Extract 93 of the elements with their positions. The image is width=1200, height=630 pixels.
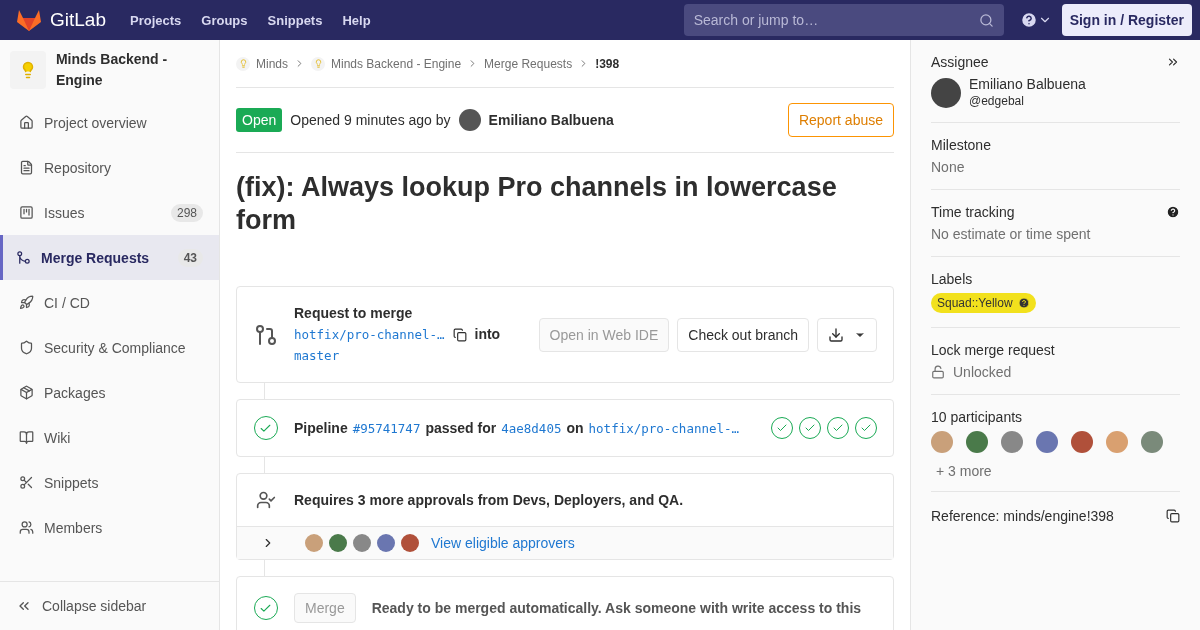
approvals-text: Requires 3 more approvals from Devs, Deployers, and QA. (294, 492, 684, 508)
copy-icon[interactable] (452, 327, 467, 342)
participant-avatar[interactable] (966, 431, 988, 453)
labels-heading: Labels (931, 271, 973, 287)
sidebar-item[interactable]: Wiki (0, 415, 219, 460)
label-tag[interactable]: Squad::Yellow (931, 293, 1036, 313)
request-heading: Request to merge (294, 305, 413, 321)
help-icon (1017, 297, 1030, 309)
view-approvers-link[interactable]: View eligible approvers (431, 535, 575, 551)
commit-link[interactable]: 4ae8d405 (501, 420, 562, 436)
copy-icon[interactable] (1166, 509, 1180, 523)
sidebar-item[interactable]: Repository (0, 145, 219, 190)
breadcrumb-link[interactable]: Minds (256, 56, 288, 71)
sign-in-button[interactable]: Sign in / Register (1061, 4, 1192, 36)
assignee-avatar (931, 78, 961, 108)
participant-avatar[interactable] (1071, 431, 1093, 453)
sidebar-item[interactable]: Project overview (0, 100, 219, 145)
source-branch-link[interactable]: hotfix/pro-channel-… (294, 324, 445, 345)
approver-avatar (401, 534, 419, 552)
group-avatar (311, 56, 325, 71)
approver-avatar (305, 534, 323, 552)
help-icon[interactable] (1019, 11, 1038, 29)
nav-icon (19, 160, 34, 175)
into-text: into (474, 325, 501, 344)
status-badge: Open (236, 108, 283, 132)
nav-icon (16, 250, 31, 265)
author-avatar (458, 109, 481, 131)
time-tracking-value: No estimate or time spent (931, 226, 1091, 242)
download-icon (828, 326, 844, 343)
nav-icon (19, 385, 34, 400)
passed-text: passed for (425, 420, 497, 436)
participant-avatar[interactable] (1141, 431, 1163, 453)
breadcrumb-link[interactable]: !398 (595, 56, 620, 71)
reference-text: Reference: minds/engine!398 (931, 508, 1114, 524)
action-button[interactable]: Check out branch (677, 317, 809, 352)
nav-icon (19, 115, 34, 130)
count-badge: 298 (170, 203, 203, 222)
participants-heading: 10 participants (931, 409, 1023, 425)
logo-text[interactable]: GitLab (50, 9, 106, 31)
time-tracking-heading: Time tracking (931, 204, 1015, 220)
nav-link[interactable]: Groups (201, 12, 248, 28)
approver-avatar (329, 534, 347, 552)
count-badge: 43 (177, 248, 203, 267)
nav-icon (19, 205, 34, 220)
participant-avatar[interactable] (1036, 431, 1058, 453)
breadcrumb-link[interactable]: Minds Backend - Engine (331, 56, 462, 71)
milestone-value: None (931, 159, 965, 175)
author-name[interactable]: Emiliano Balbuena (488, 112, 614, 128)
more-participants-link[interactable]: + 3 more (936, 463, 992, 479)
sidebar-item[interactable]: CI / CD (0, 280, 219, 325)
merge-request-title: (fix): Always lookup Pro channels in lowercase form (236, 171, 838, 237)
collapse-sidebar-link[interactable]: Collapse sidebar (0, 581, 219, 630)
sidebar-item[interactable]: Issues 298 (0, 190, 219, 235)
on-text: on (566, 420, 584, 436)
lock-value: Unlocked (953, 364, 1012, 380)
approver-avatar (377, 534, 395, 552)
fox-logo-icon[interactable] (16, 8, 42, 32)
nav-icon (19, 430, 34, 445)
milestone-heading: Milestone (931, 137, 991, 153)
download-dropdown[interactable] (817, 317, 877, 352)
assignee-name[interactable]: Emiliano Balbuena (969, 76, 1086, 93)
breadcrumb-link[interactable]: Merge Requests (484, 56, 573, 71)
sidebar-item[interactable]: Packages (0, 370, 219, 415)
pipeline-label: Pipeline (294, 420, 348, 436)
group-avatar (236, 56, 250, 71)
expand-sidebar-icon[interactable] (1166, 55, 1180, 69)
participant-avatar[interactable] (1001, 431, 1023, 453)
nav-link[interactable]: Projects (130, 12, 182, 28)
nav-icon (19, 520, 34, 535)
approver-avatar (353, 534, 371, 552)
nav-icon (19, 295, 34, 310)
approval-icon (255, 490, 276, 510)
nav-icon (19, 340, 34, 355)
sidebar-item[interactable]: Merge Requests 43 (0, 235, 219, 280)
search-field[interactable]: Search or jump to… (683, 4, 1004, 36)
merge-request-icon (253, 322, 278, 347)
pipeline-id-link[interactable]: #95741747 (352, 420, 421, 436)
search-icon[interactable] (978, 13, 994, 28)
nav-icon (19, 475, 34, 490)
merge-status-text: Ready to be merged automatically. Ask someone with write access to this (371, 600, 862, 616)
sidebar-item[interactable]: Members (0, 505, 219, 550)
assignee-username: @edgebal (969, 93, 1025, 110)
target-branch-link[interactable]: master (294, 348, 340, 363)
opened-text: Opened 9 minutes ago by (290, 112, 451, 128)
assignee-heading: Assignee (931, 54, 989, 70)
sidebar-item[interactable]: Snippets (0, 460, 219, 505)
sidebar-item[interactable]: Security & Compliance (0, 325, 219, 370)
project-avatar (10, 51, 46, 89)
nav-link[interactable]: Help (342, 12, 371, 28)
project-name[interactable]: Minds Backend - Engine (55, 49, 209, 91)
lock-heading: Lock merge request (931, 342, 1055, 358)
branch-link[interactable]: hotfix/pro-channel-… (588, 420, 740, 436)
nav-link[interactable]: Snippets (267, 12, 323, 28)
